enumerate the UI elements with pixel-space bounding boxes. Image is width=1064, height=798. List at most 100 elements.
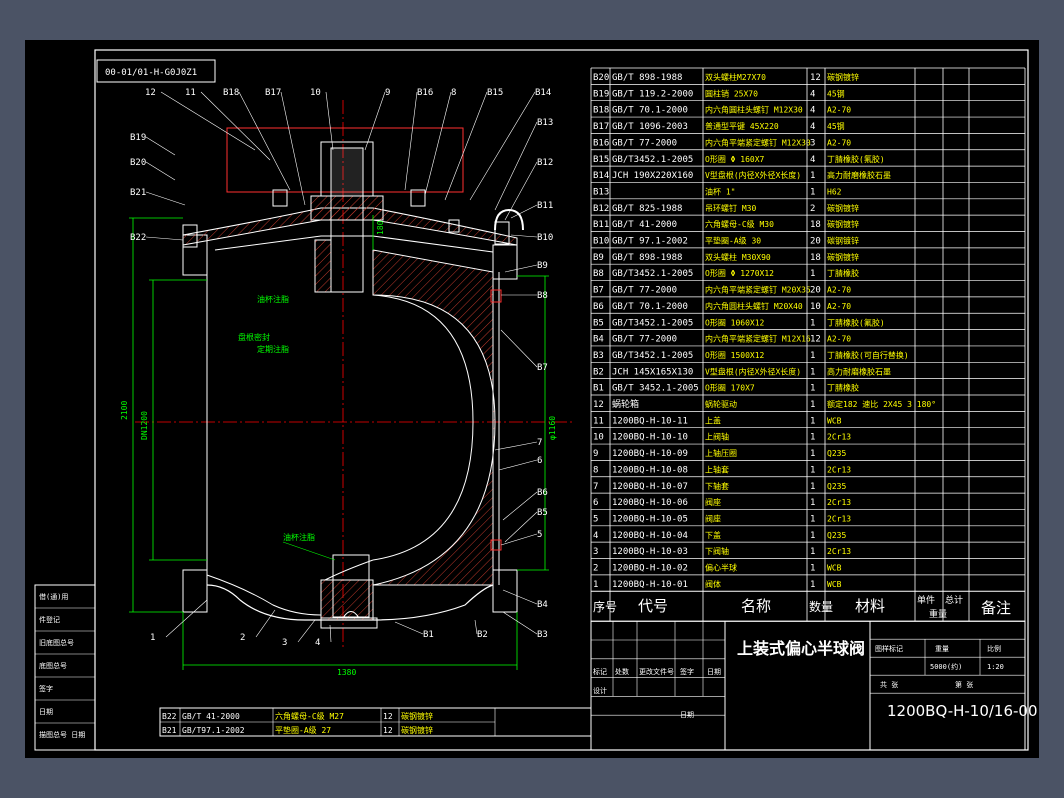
bom-name: 上阀轴 xyxy=(705,432,729,442)
callout-label: 5 xyxy=(537,530,542,540)
bom-row: B20 GB/T 898-1988 双头螺柱M27X70 12 碳钢镀锌 xyxy=(591,67,1025,83)
bom-qty: 1 xyxy=(810,318,815,328)
drawing-canvas: 00-01/01-H-G0J0Z1 借(通)用件登记旧底图总号底图总号签字日期描… xyxy=(34,49,1038,751)
bom-code: 1200BQ-H-10-07 xyxy=(612,482,688,492)
callout-label: 3 xyxy=(282,638,287,648)
bom-code: 1200BQ-H-10-05 xyxy=(612,514,688,524)
bom-qty: 1 xyxy=(810,449,815,459)
callout-label: 6 xyxy=(537,456,542,466)
dim-flange: φ1160 xyxy=(548,416,557,440)
callout-label: B6 xyxy=(537,488,548,498)
bom-bottom-qty: 12 xyxy=(383,712,393,721)
bom-code: GB/T3452.1-2005 xyxy=(612,155,693,165)
bom-qty: 1 xyxy=(810,171,815,181)
callout-leader xyxy=(145,191,186,206)
bom-qty: 4 xyxy=(810,106,815,116)
callout-label: B10 xyxy=(537,233,553,243)
callout-leader xyxy=(394,621,424,635)
note-grease: 定期注脂 xyxy=(257,344,289,354)
bom-name: 下轴套 xyxy=(705,481,729,491)
bom-name: O形圈 1500X12 xyxy=(705,351,765,360)
callout-label: 10 xyxy=(310,88,321,98)
bom-row: 5 1200BQ-H-10-05 阀座 1 2Cr13 xyxy=(591,509,1025,524)
callout-leader xyxy=(510,234,538,238)
bom-no: B8 xyxy=(593,269,604,279)
bom-no: 2 xyxy=(593,564,598,574)
bom-row: B19 GB/T 119.2-2000 圆柱销 25X70 4 45钢 xyxy=(591,83,1025,99)
bom-name: O形圈 Φ 160X7 xyxy=(705,155,765,164)
bom-qty: 1 xyxy=(810,269,815,279)
bom-header-remark: 备注 xyxy=(981,599,1011,617)
bom-material: 丁腈橡胶 xyxy=(827,268,859,278)
bom-material: WCB xyxy=(827,580,842,589)
bom-code: GB/T 898-1988 xyxy=(612,253,682,263)
bom-code: 1200BQ-H-10-10 xyxy=(612,433,688,443)
bom-no: B2 xyxy=(593,367,604,377)
bom-code: GB/T 77-2000 xyxy=(612,286,677,296)
dim-height: 2100 xyxy=(120,401,129,420)
bom-name: 偏心半球 xyxy=(705,563,737,573)
bom-row: B14 JCH 190X220X160 V型盘根(内径X外径X长度) 1 高力耐磨橡胶石… xyxy=(591,165,1025,181)
bom-qty: 1 xyxy=(810,580,815,590)
callout-leader xyxy=(424,91,452,196)
bom-name: O形圈 Φ 1270X12 xyxy=(705,269,774,278)
bom-material: 丁腈橡胶 xyxy=(827,383,859,393)
bom-row: B18 GB/T 70.1-2000 内六角圆柱头螺钉 M12X30 4 A2-70 xyxy=(591,100,1025,116)
bom-material: 碳钢镀锌 xyxy=(827,252,859,262)
bom-name: 内六角圆柱头螺钉 M20X40 xyxy=(705,301,803,311)
bom-material: Q235 xyxy=(827,449,846,458)
bom-no: B18 xyxy=(593,106,609,116)
bom-header-unit: 单件 xyxy=(917,594,935,606)
bom-no: 3 xyxy=(593,547,598,557)
bom-qty: 1 xyxy=(810,384,815,394)
note-bottom: 油杯注脂 xyxy=(283,532,315,542)
bom-name: 油杯 1" xyxy=(705,186,735,196)
bom-row: B4 GB/T 77-2000 内六角平端紧定螺钉 M12X16 12 A2-70 xyxy=(591,329,1025,345)
callout-label: 7 xyxy=(537,438,542,448)
bom-code: GB/T 898-1988 xyxy=(612,73,682,83)
bom-code: GB/T 77-2000 xyxy=(612,335,677,345)
callout-leader xyxy=(504,264,538,273)
callout-label: 2 xyxy=(240,633,245,643)
bom-code: 1200BQ-H-10-11 xyxy=(612,416,688,426)
callout-label: B4 xyxy=(537,600,548,610)
bom-row: 8 1200BQ-H-10-08 上轴套 1 2Cr13 xyxy=(591,460,1025,475)
bom-material: 2Cr13 xyxy=(827,547,851,556)
bom-name: 上轴套 xyxy=(705,464,729,474)
bom-bottom-code: GB/T97.1-2002 xyxy=(182,726,245,735)
bom-material: 2Cr13 xyxy=(827,433,851,442)
callout-label: 9 xyxy=(385,88,390,98)
callout-label: B14 xyxy=(535,88,551,98)
bom-qty: 20 xyxy=(810,237,821,247)
bom-qty: 10 xyxy=(810,302,821,312)
bom-no: B17 xyxy=(593,122,609,132)
bom-name: 阀体 xyxy=(705,579,721,589)
bom-name: 上轴压圈 xyxy=(705,448,737,458)
callout-leader xyxy=(280,91,306,206)
callout-label: B21 xyxy=(130,188,146,198)
bom-qty: 4 xyxy=(810,155,815,165)
bom-material: 碳钢镀锌 xyxy=(827,236,859,246)
bom-code: GB/T 41-2000 xyxy=(612,220,677,230)
tb-design: 设计 xyxy=(593,686,607,695)
drawing-sheet: 00-01/01-H-G0J0Z1 借(通)用 件登记 旧底图总号 底图总号 签字 日期描… xyxy=(25,40,1039,758)
callout-leader xyxy=(145,236,184,241)
bom-bottom-material: 碳钢镀锌 xyxy=(401,711,433,721)
bom-name: 内六角平端紧定螺钉 M12X16 xyxy=(705,334,811,344)
bom-qty: 1 xyxy=(810,514,815,524)
bom-qty: 2 xyxy=(810,204,815,214)
callout-leader xyxy=(165,599,208,638)
bom-code: GB/T 1096-2003 xyxy=(612,122,688,132)
tb-doc: 更改文件号 xyxy=(639,667,674,676)
bom-qty: 1 xyxy=(810,416,815,426)
bom-row: 4 1200BQ-H-10-04 下盖 1 Q235 xyxy=(591,525,1025,541)
bom-no: B6 xyxy=(593,302,604,312)
bom-no: B4 xyxy=(593,335,604,345)
side-box-label: 旧底图总号 xyxy=(39,638,74,647)
bom-material: 45钢 xyxy=(827,121,845,131)
tb-sheet: 第 张 xyxy=(955,680,973,689)
bom-material: A2-70 xyxy=(827,138,851,147)
callout-leader xyxy=(494,121,538,211)
bom-material: 2Cr13 xyxy=(827,498,851,507)
bom-code: 蜗轮箱 xyxy=(612,398,639,410)
